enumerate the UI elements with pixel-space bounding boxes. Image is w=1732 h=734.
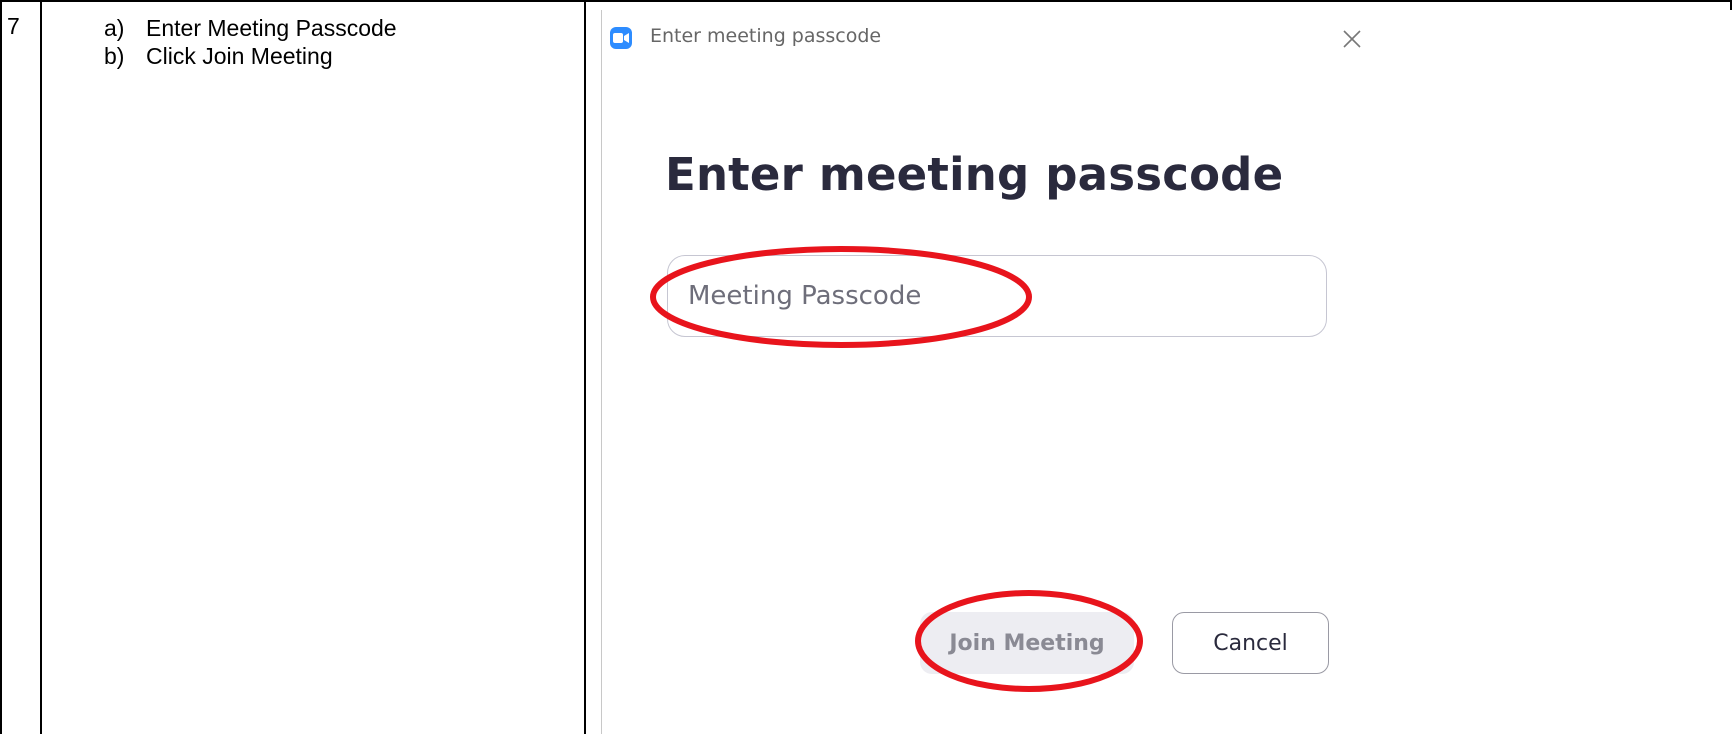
instruction-text: Click Join Meeting bbox=[146, 43, 333, 69]
instruction-letter: a) bbox=[104, 15, 125, 41]
dialog-heading: Enter meeting passcode bbox=[665, 148, 1284, 201]
dialog-edge bbox=[601, 10, 602, 734]
step-number: 7 bbox=[7, 13, 20, 39]
instruction-letter: b) bbox=[104, 43, 125, 69]
zoom-camera-icon bbox=[610, 27, 632, 49]
instruction-text: Enter Meeting Passcode bbox=[146, 15, 397, 41]
dialog-title: Enter meeting passcode bbox=[650, 25, 882, 47]
table-divider-2 bbox=[584, 0, 586, 734]
join-meeting-button[interactable]: Join Meeting bbox=[920, 612, 1134, 674]
close-icon[interactable] bbox=[1338, 25, 1366, 53]
passcode-dialog bbox=[601, 10, 1732, 734]
table-border-top bbox=[0, 0, 1732, 2]
table-divider-1 bbox=[40, 0, 42, 734]
table-border-left bbox=[0, 0, 2, 734]
cancel-button[interactable]: Cancel bbox=[1172, 612, 1329, 674]
passcode-input[interactable] bbox=[667, 255, 1327, 337]
